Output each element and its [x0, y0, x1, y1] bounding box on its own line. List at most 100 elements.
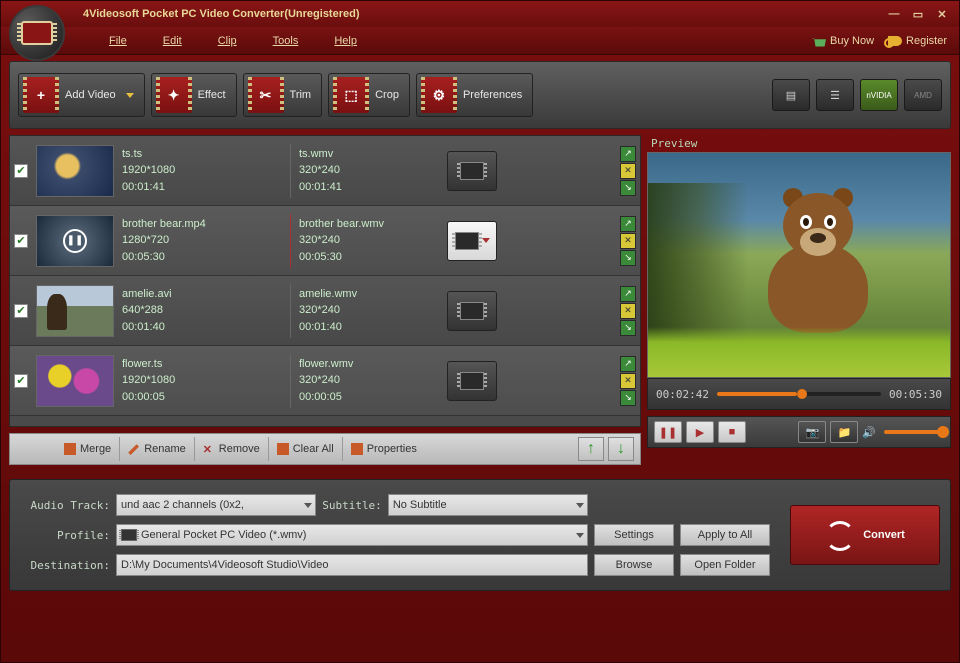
row-up-button[interactable]: ↗: [620, 216, 636, 232]
chevron-down-icon: [576, 503, 584, 508]
menubar: File Edit Clip Tools Help Buy Now Regist…: [1, 27, 959, 55]
snapshot-button[interactable]: 📷: [798, 421, 826, 443]
file-list: ✔ ts.ts1920*108000:01:41 ts.wmv320*24000…: [9, 135, 641, 427]
rename-button[interactable]: Rename: [120, 437, 195, 461]
move-down-button[interactable]: ↓: [608, 437, 634, 461]
file-row[interactable]: ✔ flower.ts1920*108000:00:05 flower.wmv3…: [10, 346, 640, 416]
buy-now-link[interactable]: Buy Now: [812, 35, 874, 47]
row-down-button[interactable]: ↘: [620, 390, 636, 406]
amd-badge: AMD: [904, 79, 942, 111]
preview-label: Preview: [647, 135, 951, 152]
app-logo: [9, 5, 69, 65]
crop-icon: ⬚: [333, 77, 369, 113]
convert-button[interactable]: Convert: [790, 505, 940, 565]
chevron-down-icon: [482, 238, 490, 243]
main-toolbar: + Add Video ✦ Effect ✂ Trim ⬚ Crop ⚙ Pre…: [9, 61, 951, 129]
trim-icon: ✂: [248, 77, 284, 113]
format-button[interactable]: [447, 361, 497, 401]
browse-button[interactable]: Browse: [594, 554, 674, 576]
row-delete-button[interactable]: ✕: [620, 163, 636, 179]
menu-clip[interactable]: Clip: [200, 31, 255, 51]
trim-button[interactable]: ✂ Trim: [243, 73, 323, 117]
merge-icon: [64, 443, 76, 455]
seek-slider[interactable]: [717, 392, 881, 396]
app-window: 4Videosoft Pocket PC Video Converter(Unr…: [0, 0, 960, 663]
titlebar: 4Videosoft Pocket PC Video Converter(Unr…: [1, 1, 959, 27]
format-button[interactable]: [447, 151, 497, 191]
subtitle-label: Subtitle:: [322, 499, 382, 512]
subtitle-select[interactable]: No Subtitle: [388, 494, 588, 516]
preferences-button[interactable]: ⚙ Preferences: [416, 73, 533, 117]
row-delete-button[interactable]: ✕: [620, 233, 636, 249]
view-thumb-button[interactable]: ▤: [772, 79, 810, 111]
clear-icon: [277, 443, 289, 455]
settings-button[interactable]: Settings: [594, 524, 674, 546]
chevron-down-icon: [304, 503, 312, 508]
chevron-down-icon: [576, 533, 584, 538]
properties-button[interactable]: Properties: [343, 437, 425, 461]
checkbox[interactable]: ✔: [14, 164, 28, 178]
crop-button[interactable]: ⬚ Crop: [328, 73, 410, 117]
row-down-button[interactable]: ↘: [620, 320, 636, 336]
menu-tools[interactable]: Tools: [255, 31, 317, 51]
remove-button[interactable]: ✕Remove: [195, 437, 269, 461]
film-icon: [460, 302, 484, 320]
audio-track-select[interactable]: und aac 2 channels (0x2,: [116, 494, 316, 516]
row-down-button[interactable]: ↘: [620, 250, 636, 266]
convert-icon: [825, 521, 853, 549]
film-icon: [121, 529, 137, 541]
film-icon: [455, 232, 479, 250]
chevron-down-icon: [126, 93, 134, 98]
maximize-button[interactable]: ▭: [909, 7, 927, 21]
total-time: 00:05:30: [889, 388, 942, 401]
checkbox[interactable]: ✔: [14, 234, 28, 248]
nvidia-badge: nVIDIA: [860, 79, 898, 111]
minimize-button[interactable]: —: [885, 7, 903, 21]
profile-select[interactable]: General Pocket PC Video (*.wmv): [116, 524, 588, 546]
row-delete-button[interactable]: ✕: [620, 303, 636, 319]
file-row[interactable]: ✔ ts.ts1920*108000:01:41 ts.wmv320*24000…: [10, 136, 640, 206]
close-button[interactable]: ✕: [933, 7, 951, 21]
open-folder-button[interactable]: 📁: [830, 421, 858, 443]
move-up-button[interactable]: ↑: [578, 437, 604, 461]
menu-help[interactable]: Help: [316, 31, 375, 51]
format-button[interactable]: [447, 291, 497, 331]
cart-icon: [812, 35, 826, 47]
row-up-button[interactable]: ↗: [620, 356, 636, 372]
thumbnail: [36, 355, 114, 407]
clear-all-button[interactable]: Clear All: [269, 437, 343, 461]
remove-icon: ✕: [203, 443, 215, 455]
current-time: 00:02:42: [656, 388, 709, 401]
row-delete-button[interactable]: ✕: [620, 373, 636, 389]
add-icon: +: [23, 77, 59, 113]
pencil-icon: [128, 443, 140, 455]
open-folder-button[interactable]: Open Folder: [680, 554, 770, 576]
register-link[interactable]: Register: [888, 35, 947, 47]
preview-video[interactable]: [647, 152, 951, 378]
row-up-button[interactable]: ↗: [620, 286, 636, 302]
volume-icon: 🔊: [862, 426, 876, 439]
volume-slider[interactable]: [884, 430, 944, 434]
row-up-button[interactable]: ↗: [620, 146, 636, 162]
format-button[interactable]: [447, 221, 497, 261]
thumbnail: [36, 285, 114, 337]
checkbox[interactable]: ✔: [14, 374, 28, 388]
pause-button[interactable]: ❚❚: [654, 421, 682, 443]
view-list-button[interactable]: ☰: [816, 79, 854, 111]
checkbox[interactable]: ✔: [14, 304, 28, 318]
timeline: 00:02:42 00:05:30: [647, 378, 951, 410]
play-button[interactable]: ▶: [686, 421, 714, 443]
destination-input[interactable]: D:\My Documents\4Videosoft Studio\Video: [116, 554, 588, 576]
add-video-button[interactable]: + Add Video: [18, 73, 145, 117]
file-row[interactable]: ✔ amelie.avi640*28800:01:40 amelie.wmv32…: [10, 276, 640, 346]
film-icon: [460, 162, 484, 180]
thumbnail: [36, 215, 114, 267]
menu-file[interactable]: File: [91, 31, 145, 51]
stop-button[interactable]: ■: [718, 421, 746, 443]
row-down-button[interactable]: ↘: [620, 180, 636, 196]
effect-button[interactable]: ✦ Effect: [151, 73, 237, 117]
file-row[interactable]: ✔ brother bear.mp41280*72000:05:30 broth…: [10, 206, 640, 276]
apply-to-all-button[interactable]: Apply to All: [680, 524, 770, 546]
merge-button[interactable]: Merge: [56, 437, 120, 461]
menu-edit[interactable]: Edit: [145, 31, 200, 51]
